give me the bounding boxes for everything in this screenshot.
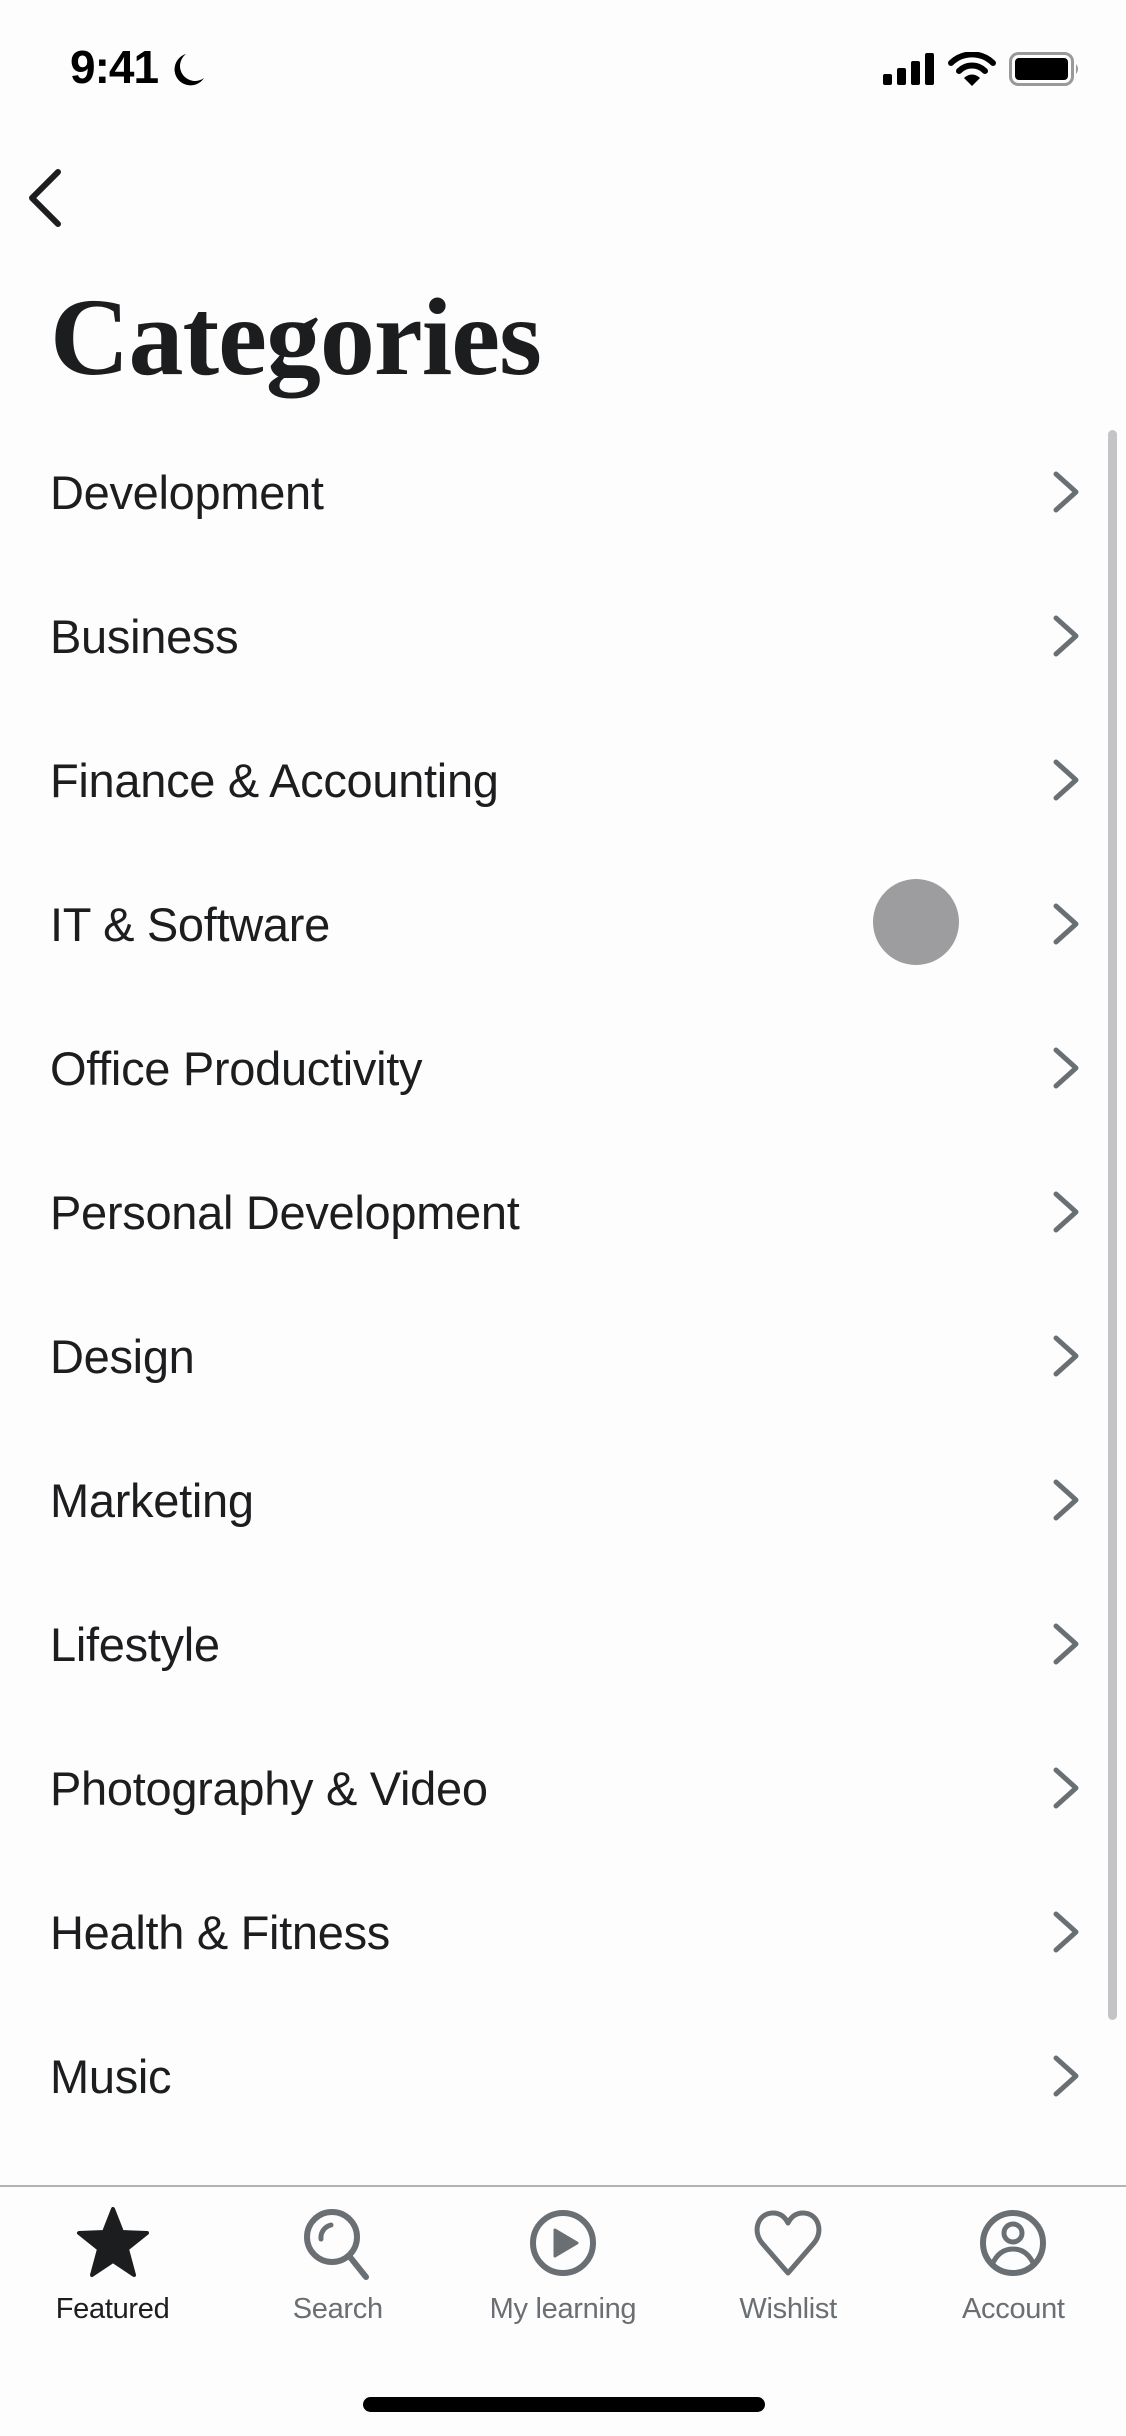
heart-icon [754,2210,822,2276]
category-label: Music [50,2049,172,2103]
category-label: IT & Software [50,897,330,951]
status-time: 9:41 [70,41,159,93]
category-label: Lifestyle [50,1617,220,1671]
category-label: Design [50,1329,195,1383]
chevron-right-icon [1053,1047,1079,1089]
back-button[interactable] [18,160,74,234]
tab-my-learning[interactable]: My learning [450,2187,675,2357]
tab-label: Account [962,2293,1065,2325]
chevron-right-icon [1053,1911,1079,1953]
category-label: Business [50,609,239,663]
category-item-development[interactable]: Development [0,420,1126,564]
tab-label: Featured [55,2293,170,2325]
home-indicator[interactable] [363,2397,765,2412]
chevron-left-icon [29,169,61,227]
category-item-music[interactable]: Music [0,2004,1126,2148]
wifi-icon [948,52,996,86]
account-circle-icon [980,2210,1047,2276]
category-item-lifestyle[interactable]: Lifestyle [0,1572,1126,1716]
page-title: Categories [50,276,542,398]
category-label: Marketing [50,1473,254,1527]
status-bar: 9:41 [0,0,1126,130]
category-label: Finance & Accounting [50,753,499,807]
chevron-right-icon [1053,1479,1079,1521]
tab-label: Search [292,2293,383,2325]
chevron-right-icon [1053,2055,1079,2097]
chevron-right-icon [1053,759,1079,801]
moon-icon [174,54,204,86]
cellular-signal-icon [883,53,934,85]
tab-account[interactable]: Account [901,2187,1126,2357]
scrollbar[interactable] [1108,430,1117,2020]
chevron-right-icon [1053,471,1079,513]
tab-search[interactable]: Search [225,2187,450,2357]
category-list: Development Business Finance & Accountin… [0,420,1126,2148]
category-label: Personal Development [50,1185,520,1239]
battery-icon [1009,52,1078,86]
category-item-photography-video[interactable]: Photography & Video [0,1716,1126,1860]
tab-featured[interactable]: Featured [0,2187,225,2357]
category-label: Health & Fitness [50,1905,391,1959]
category-item-office-productivity[interactable]: Office Productivity [0,996,1126,1140]
chevron-right-icon [1053,1191,1079,1233]
search-icon [303,2209,369,2280]
chevron-right-icon [1053,1767,1079,1809]
tab-bar: Featured Search My learning Wishlist Acc… [0,2187,1126,2357]
category-item-health-fitness[interactable]: Health & Fitness [0,1860,1126,2004]
tab-label: My learning [489,2293,637,2325]
touch-indicator [873,879,959,965]
category-item-business[interactable]: Business [0,564,1126,708]
category-label: Office Productivity [50,1041,423,1095]
play-circle-icon [529,2210,596,2276]
category-item-finance-accounting[interactable]: Finance & Accounting [0,708,1126,852]
chevron-right-icon [1053,1623,1079,1665]
category-label: Development [50,465,324,519]
star-icon [76,2207,149,2277]
tab-label: Wishlist [739,2293,837,2325]
category-label: Photography & Video [50,1761,488,1815]
chevron-right-icon [1053,615,1079,657]
chevron-right-icon [1053,903,1079,945]
category-item-design[interactable]: Design [0,1284,1126,1428]
category-item-personal-development[interactable]: Personal Development [0,1140,1126,1284]
chevron-right-icon [1053,1335,1079,1377]
tab-wishlist[interactable]: Wishlist [676,2187,901,2357]
category-item-marketing[interactable]: Marketing [0,1428,1126,1572]
